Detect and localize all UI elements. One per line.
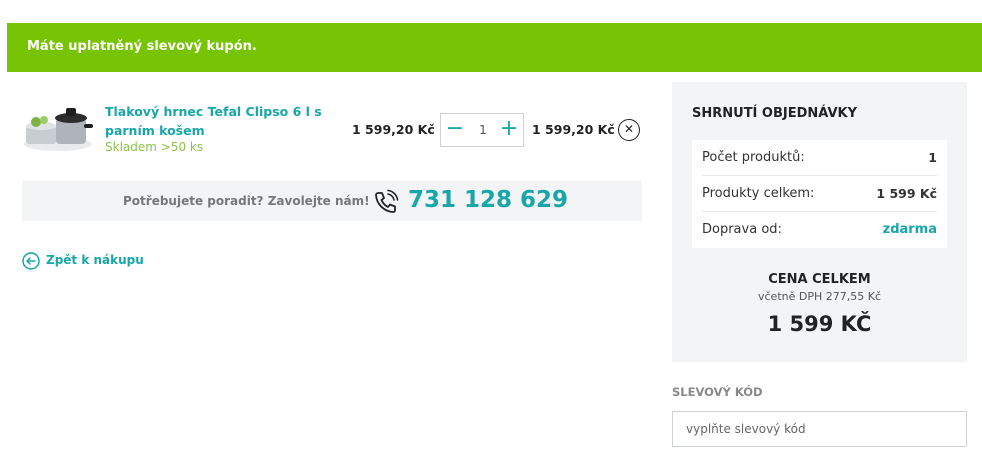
summary-row-shipping: Doprava od: zdarma bbox=[702, 212, 937, 248]
close-icon: ✕ bbox=[623, 122, 635, 136]
summary-title: SHRNUTÍ OBJEDNÁVKY bbox=[692, 106, 857, 121]
coupon-code-input[interactable] bbox=[672, 411, 967, 447]
phone-number-link[interactable]: 731 128 629 bbox=[408, 187, 568, 213]
cart-item-row: Tlakový hrnec Tefal Clipso 6 l s parním … bbox=[22, 92, 642, 167]
quantity-increase-button[interactable]: + bbox=[497, 118, 521, 142]
summary-row-product-count: Počet produktů: 1 bbox=[702, 140, 937, 176]
quantity-decrease-button[interactable]: − bbox=[443, 118, 467, 142]
product-name-link[interactable]: Tlakový hrnec Tefal Clipso 6 l s parním … bbox=[105, 102, 325, 140]
quantity-input[interactable]: 1 bbox=[471, 123, 495, 137]
unit-price: 1 599,20 Kč bbox=[352, 122, 435, 137]
summary-row-label: Doprava od: bbox=[702, 222, 782, 237]
quantity-stepper: − 1 + bbox=[440, 113, 524, 147]
summary-row-label: Počet produktů: bbox=[702, 150, 805, 165]
summary-table: Počet produktů: 1 Produkty celkem: 1 599… bbox=[692, 140, 947, 248]
back-arrow-icon bbox=[22, 252, 40, 270]
banner-message: Máte uplatněný slevový kupón. bbox=[27, 39, 257, 54]
total-price-value: 1 599 KČ bbox=[767, 312, 872, 336]
summary-row-value: 1 bbox=[928, 150, 937, 165]
coupon-label: SLEVOVÝ KÓD bbox=[672, 385, 763, 399]
help-call-box: Potřebujete poradit? Zavolejte nám! 731 … bbox=[22, 181, 642, 221]
remove-item-button[interactable]: ✕ bbox=[618, 119, 640, 141]
summary-row-value: zdarma bbox=[882, 222, 937, 237]
phone-icon bbox=[375, 189, 399, 213]
summary-row-products-total: Produkty celkem: 1 599 Kč bbox=[702, 176, 937, 212]
stock-status: Skladem >50 ks bbox=[105, 140, 204, 154]
summary-row-value: 1 599 Kč bbox=[876, 186, 937, 201]
summary-row-label: Produkty celkem: bbox=[702, 186, 815, 201]
order-summary-panel: SHRNUTÍ OBJEDNÁVKY Počet produktů: 1 Pro… bbox=[672, 82, 967, 362]
back-link-label: Zpět k nákupu bbox=[46, 253, 144, 267]
line-total-price: 1 599,20 Kč bbox=[532, 122, 615, 137]
vat-note: včetně DPH 277,55 Kč bbox=[758, 290, 881, 303]
product-thumbnail[interactable] bbox=[22, 100, 94, 154]
coupon-success-banner: Máte uplatněný slevový kupón. bbox=[7, 23, 982, 72]
total-price-label: CENA CELKEM bbox=[768, 272, 871, 287]
help-text: Potřebujete poradit? Zavolejte nám! bbox=[123, 194, 370, 208]
